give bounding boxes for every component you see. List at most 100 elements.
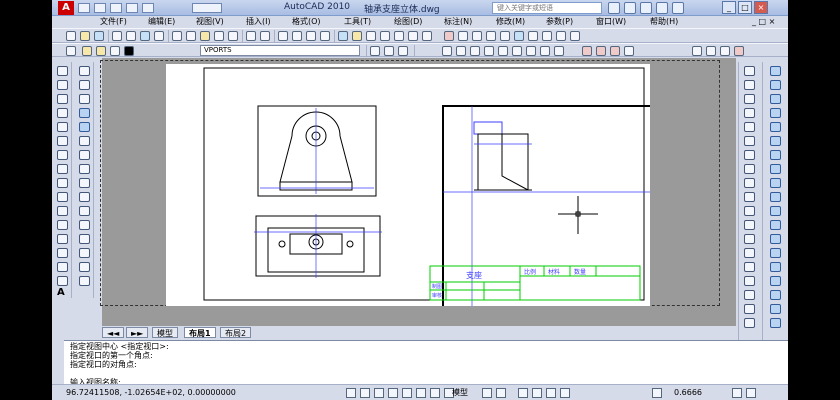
- menu-dimension[interactable]: 标注(N): [444, 16, 472, 28]
- tab-nav-next-icon[interactable]: ►►: [126, 327, 149, 338]
- sheet-set-icon[interactable]: [380, 31, 390, 41]
- subscription-icon[interactable]: [624, 2, 636, 14]
- stretch-icon[interactable]: [79, 178, 90, 188]
- tab-nav-first-icon[interactable]: ◄◄: [102, 327, 125, 338]
- save-icon[interactable]: [94, 31, 104, 41]
- save-file-icon[interactable]: [110, 3, 122, 13]
- circle-icon[interactable]: [57, 150, 68, 160]
- favorites-icon[interactable]: [656, 2, 668, 14]
- right-tool-5-icon[interactable]: [744, 122, 755, 132]
- lock-icon[interactable]: [110, 46, 120, 56]
- open-icon[interactable]: [80, 31, 90, 41]
- menu-file[interactable]: 文件(F): [100, 16, 127, 28]
- layer-previous-icon[interactable]: [384, 46, 394, 56]
- space-toggle[interactable]: 模型: [452, 385, 468, 400]
- block-editor-icon[interactable]: [228, 31, 238, 41]
- solid-tool-9-icon[interactable]: [770, 178, 781, 188]
- solid-tool-11-icon[interactable]: [770, 206, 781, 216]
- showmotion-icon[interactable]: [560, 388, 570, 398]
- right-tool-17-icon[interactable]: [744, 290, 755, 300]
- join-icon[interactable]: [79, 234, 90, 244]
- copy-object-icon[interactable]: [79, 80, 90, 90]
- dim-angular-icon[interactable]: [540, 46, 550, 56]
- right-tool-16-icon[interactable]: [744, 276, 755, 286]
- right-tool-10-icon[interactable]: [744, 192, 755, 202]
- move-icon[interactable]: [79, 136, 90, 146]
- dim-jogged-icon[interactable]: [512, 46, 522, 56]
- paste-icon[interactable]: [200, 31, 210, 41]
- dim-ordinate-icon[interactable]: [484, 46, 494, 56]
- annotation-scale-icon[interactable]: [652, 388, 662, 398]
- workspace-dropdown[interactable]: [192, 3, 222, 13]
- solid-tool-13-icon[interactable]: [770, 234, 781, 244]
- shade-icon[interactable]: [556, 31, 566, 41]
- construction-line-icon[interactable]: [57, 80, 68, 90]
- quickcalc-icon[interactable]: [408, 31, 418, 41]
- solid-tool-8-icon[interactable]: [770, 164, 781, 174]
- mirror-icon[interactable]: [79, 94, 90, 104]
- lock-status-icon[interactable]: [732, 388, 742, 398]
- zoom-window-icon[interactable]: [306, 31, 316, 41]
- dim-edit-icon[interactable]: [734, 46, 744, 56]
- solid-tool-12-icon[interactable]: [770, 220, 781, 230]
- orbit-icon[interactable]: [458, 31, 468, 41]
- right-tool-2-icon[interactable]: [744, 80, 755, 90]
- tolerance-icon[interactable]: [624, 46, 634, 56]
- tab-model[interactable]: 模型: [152, 327, 178, 338]
- menu-format[interactable]: 格式(O): [292, 16, 321, 28]
- right-tool-19-icon[interactable]: [744, 318, 755, 328]
- make-current-icon[interactable]: [370, 46, 380, 56]
- maximize-button[interactable]: □: [738, 1, 752, 14]
- erase-icon[interactable]: [79, 66, 90, 76]
- osnap-toggle-icon[interactable]: [402, 388, 412, 398]
- rectangle-icon[interactable]: [57, 122, 68, 132]
- copy-icon[interactable]: [186, 31, 196, 41]
- zoom-status-icon[interactable]: [532, 388, 542, 398]
- visual-style-icon[interactable]: [542, 31, 552, 41]
- array-icon[interactable]: [79, 122, 90, 132]
- dim-diameter-icon[interactable]: [526, 46, 536, 56]
- dim-aligned-icon[interactable]: [456, 46, 466, 56]
- hatch-icon[interactable]: [57, 262, 68, 272]
- table-icon[interactable]: [57, 276, 68, 286]
- clean-screen-icon[interactable]: [746, 388, 756, 398]
- menu-draw[interactable]: 绘图(D): [394, 16, 422, 28]
- right-tool-7-icon[interactable]: [744, 150, 755, 160]
- explode-icon[interactable]: [79, 276, 90, 286]
- otrack-toggle-icon[interactable]: [416, 388, 426, 398]
- chamfer-icon[interactable]: [79, 248, 90, 258]
- view-left-icon[interactable]: [500, 31, 510, 41]
- pan-icon[interactable]: [278, 31, 288, 41]
- layer-dropdown[interactable]: VPORTS: [200, 45, 360, 56]
- quick-dim-icon[interactable]: [554, 46, 564, 56]
- right-tool-13-icon[interactable]: [744, 234, 755, 244]
- right-tool-6-icon[interactable]: [744, 136, 755, 146]
- center-mark-icon[interactable]: [692, 46, 702, 56]
- menu-view[interactable]: 视图(V): [196, 16, 224, 28]
- quick-view-drawings-icon[interactable]: [496, 388, 506, 398]
- sun-icon[interactable]: [96, 46, 106, 56]
- extend-icon[interactable]: [79, 206, 90, 216]
- open-file-icon[interactable]: [94, 3, 106, 13]
- help-icon[interactable]: [672, 2, 684, 14]
- solid-tool-1-icon[interactable]: [770, 66, 781, 76]
- tool-palettes-icon[interactable]: [366, 31, 376, 41]
- insert-block-icon[interactable]: [57, 220, 68, 230]
- right-tool-9-icon[interactable]: [744, 178, 755, 188]
- menu-parametric[interactable]: 参数(P): [546, 16, 573, 28]
- revision-cloud-icon[interactable]: [57, 164, 68, 174]
- spline-icon[interactable]: [57, 178, 68, 188]
- autocad-logo-icon[interactable]: A: [58, 1, 74, 15]
- snap-toggle-icon[interactable]: [346, 388, 356, 398]
- quick-view-layouts-icon[interactable]: [482, 388, 492, 398]
- ucs-icon[interactable]: [444, 31, 454, 41]
- solid-tool-17-icon[interactable]: [770, 290, 781, 300]
- grid-toggle-icon[interactable]: [360, 388, 370, 398]
- properties-icon[interactable]: [338, 31, 348, 41]
- dim-arc-icon[interactable]: [470, 46, 480, 56]
- right-tool-18-icon[interactable]: [744, 304, 755, 314]
- menu-modify[interactable]: 修改(M): [496, 16, 525, 28]
- undo-icon[interactable]: [126, 3, 138, 13]
- light-icon[interactable]: [570, 31, 580, 41]
- line-icon[interactable]: [57, 66, 68, 76]
